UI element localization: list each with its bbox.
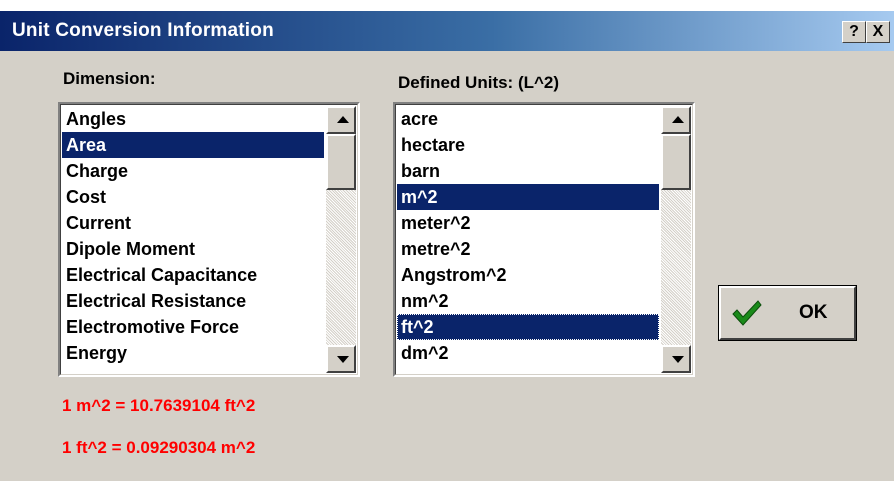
dimension-scroll-thumb[interactable] bbox=[326, 134, 356, 190]
dimension-item-energy[interactable]: Energy bbox=[62, 340, 324, 366]
conversion-result-1: 1 m^2 = 10.7639104 ft^2 bbox=[62, 396, 256, 415]
conversion-result-2: 1 ft^2 = 0.09290304 m^2 bbox=[62, 438, 256, 457]
unit-item-dm2[interactable]: dm^2 bbox=[397, 340, 659, 366]
unit-item-metre2[interactable]: metre^2 bbox=[397, 236, 659, 262]
dimension-item-cost[interactable]: Cost bbox=[62, 184, 324, 210]
units-items: acre hectare barn m^2 meter^2 metre^2 An… bbox=[397, 106, 659, 366]
dimension-listbox[interactable]: Angles Area Charge Cost Current Dipole M… bbox=[58, 102, 360, 377]
dimension-item-angles[interactable]: Angles bbox=[62, 106, 324, 132]
unit-item-acre[interactable]: acre bbox=[397, 106, 659, 132]
unit-conversion-dialog: Unit Conversion Information ? X Dimensio… bbox=[0, 11, 894, 481]
arrow-up-icon bbox=[672, 116, 684, 123]
help-button[interactable]: ? bbox=[842, 21, 866, 43]
dimension-item-dipole-moment[interactable]: Dipole Moment bbox=[62, 236, 324, 262]
ok-button[interactable]: OK bbox=[718, 285, 857, 341]
defined-units-label: Defined Units: (L^2) bbox=[398, 73, 560, 92]
unit-item-meter2[interactable]: meter^2 bbox=[397, 210, 659, 236]
dimension-item-current[interactable]: Current bbox=[62, 210, 324, 236]
dimension-item-area[interactable]: Area bbox=[62, 132, 324, 158]
units-scroll-thumb[interactable] bbox=[661, 134, 691, 190]
defined-units-listbox[interactable]: acre hectare barn m^2 meter^2 metre^2 An… bbox=[393, 102, 695, 377]
dimension-scrollbar[interactable] bbox=[326, 106, 356, 373]
unit-item-ft2[interactable]: ft^2 bbox=[397, 314, 659, 340]
dimension-scroll-down-button[interactable] bbox=[326, 345, 356, 373]
check-icon bbox=[732, 300, 762, 326]
arrow-down-icon bbox=[337, 356, 349, 363]
units-scroll-down-button[interactable] bbox=[661, 345, 691, 373]
dimension-item-electrical-capacitance[interactable]: Electrical Capacitance bbox=[62, 262, 324, 288]
close-button[interactable]: X bbox=[866, 21, 890, 43]
units-scrollbar[interactable] bbox=[661, 106, 691, 373]
unit-item-nm2[interactable]: nm^2 bbox=[397, 288, 659, 314]
dimension-item-charge[interactable]: Charge bbox=[62, 158, 324, 184]
unit-item-hectare[interactable]: hectare bbox=[397, 132, 659, 158]
unit-item-m2[interactable]: m^2 bbox=[397, 184, 659, 210]
window-title: Unit Conversion Information bbox=[12, 20, 274, 41]
dimension-label: Dimension: bbox=[63, 69, 156, 88]
dimension-item-electrical-resistance[interactable]: Electrical Resistance bbox=[62, 288, 324, 314]
units-scroll-up-button[interactable] bbox=[661, 106, 691, 134]
dimension-scroll-up-button[interactable] bbox=[326, 106, 356, 134]
title-bar[interactable]: Unit Conversion Information ? X bbox=[0, 11, 894, 51]
arrow-down-icon bbox=[672, 356, 684, 363]
dimension-item-electromotive-force[interactable]: Electromotive Force bbox=[62, 314, 324, 340]
dimension-items: Angles Area Charge Cost Current Dipole M… bbox=[62, 106, 324, 366]
unit-item-barn[interactable]: barn bbox=[397, 158, 659, 184]
arrow-up-icon bbox=[337, 116, 349, 123]
unit-item-angstrom2[interactable]: Angstrom^2 bbox=[397, 262, 659, 288]
ok-button-label: OK bbox=[799, 302, 828, 323]
